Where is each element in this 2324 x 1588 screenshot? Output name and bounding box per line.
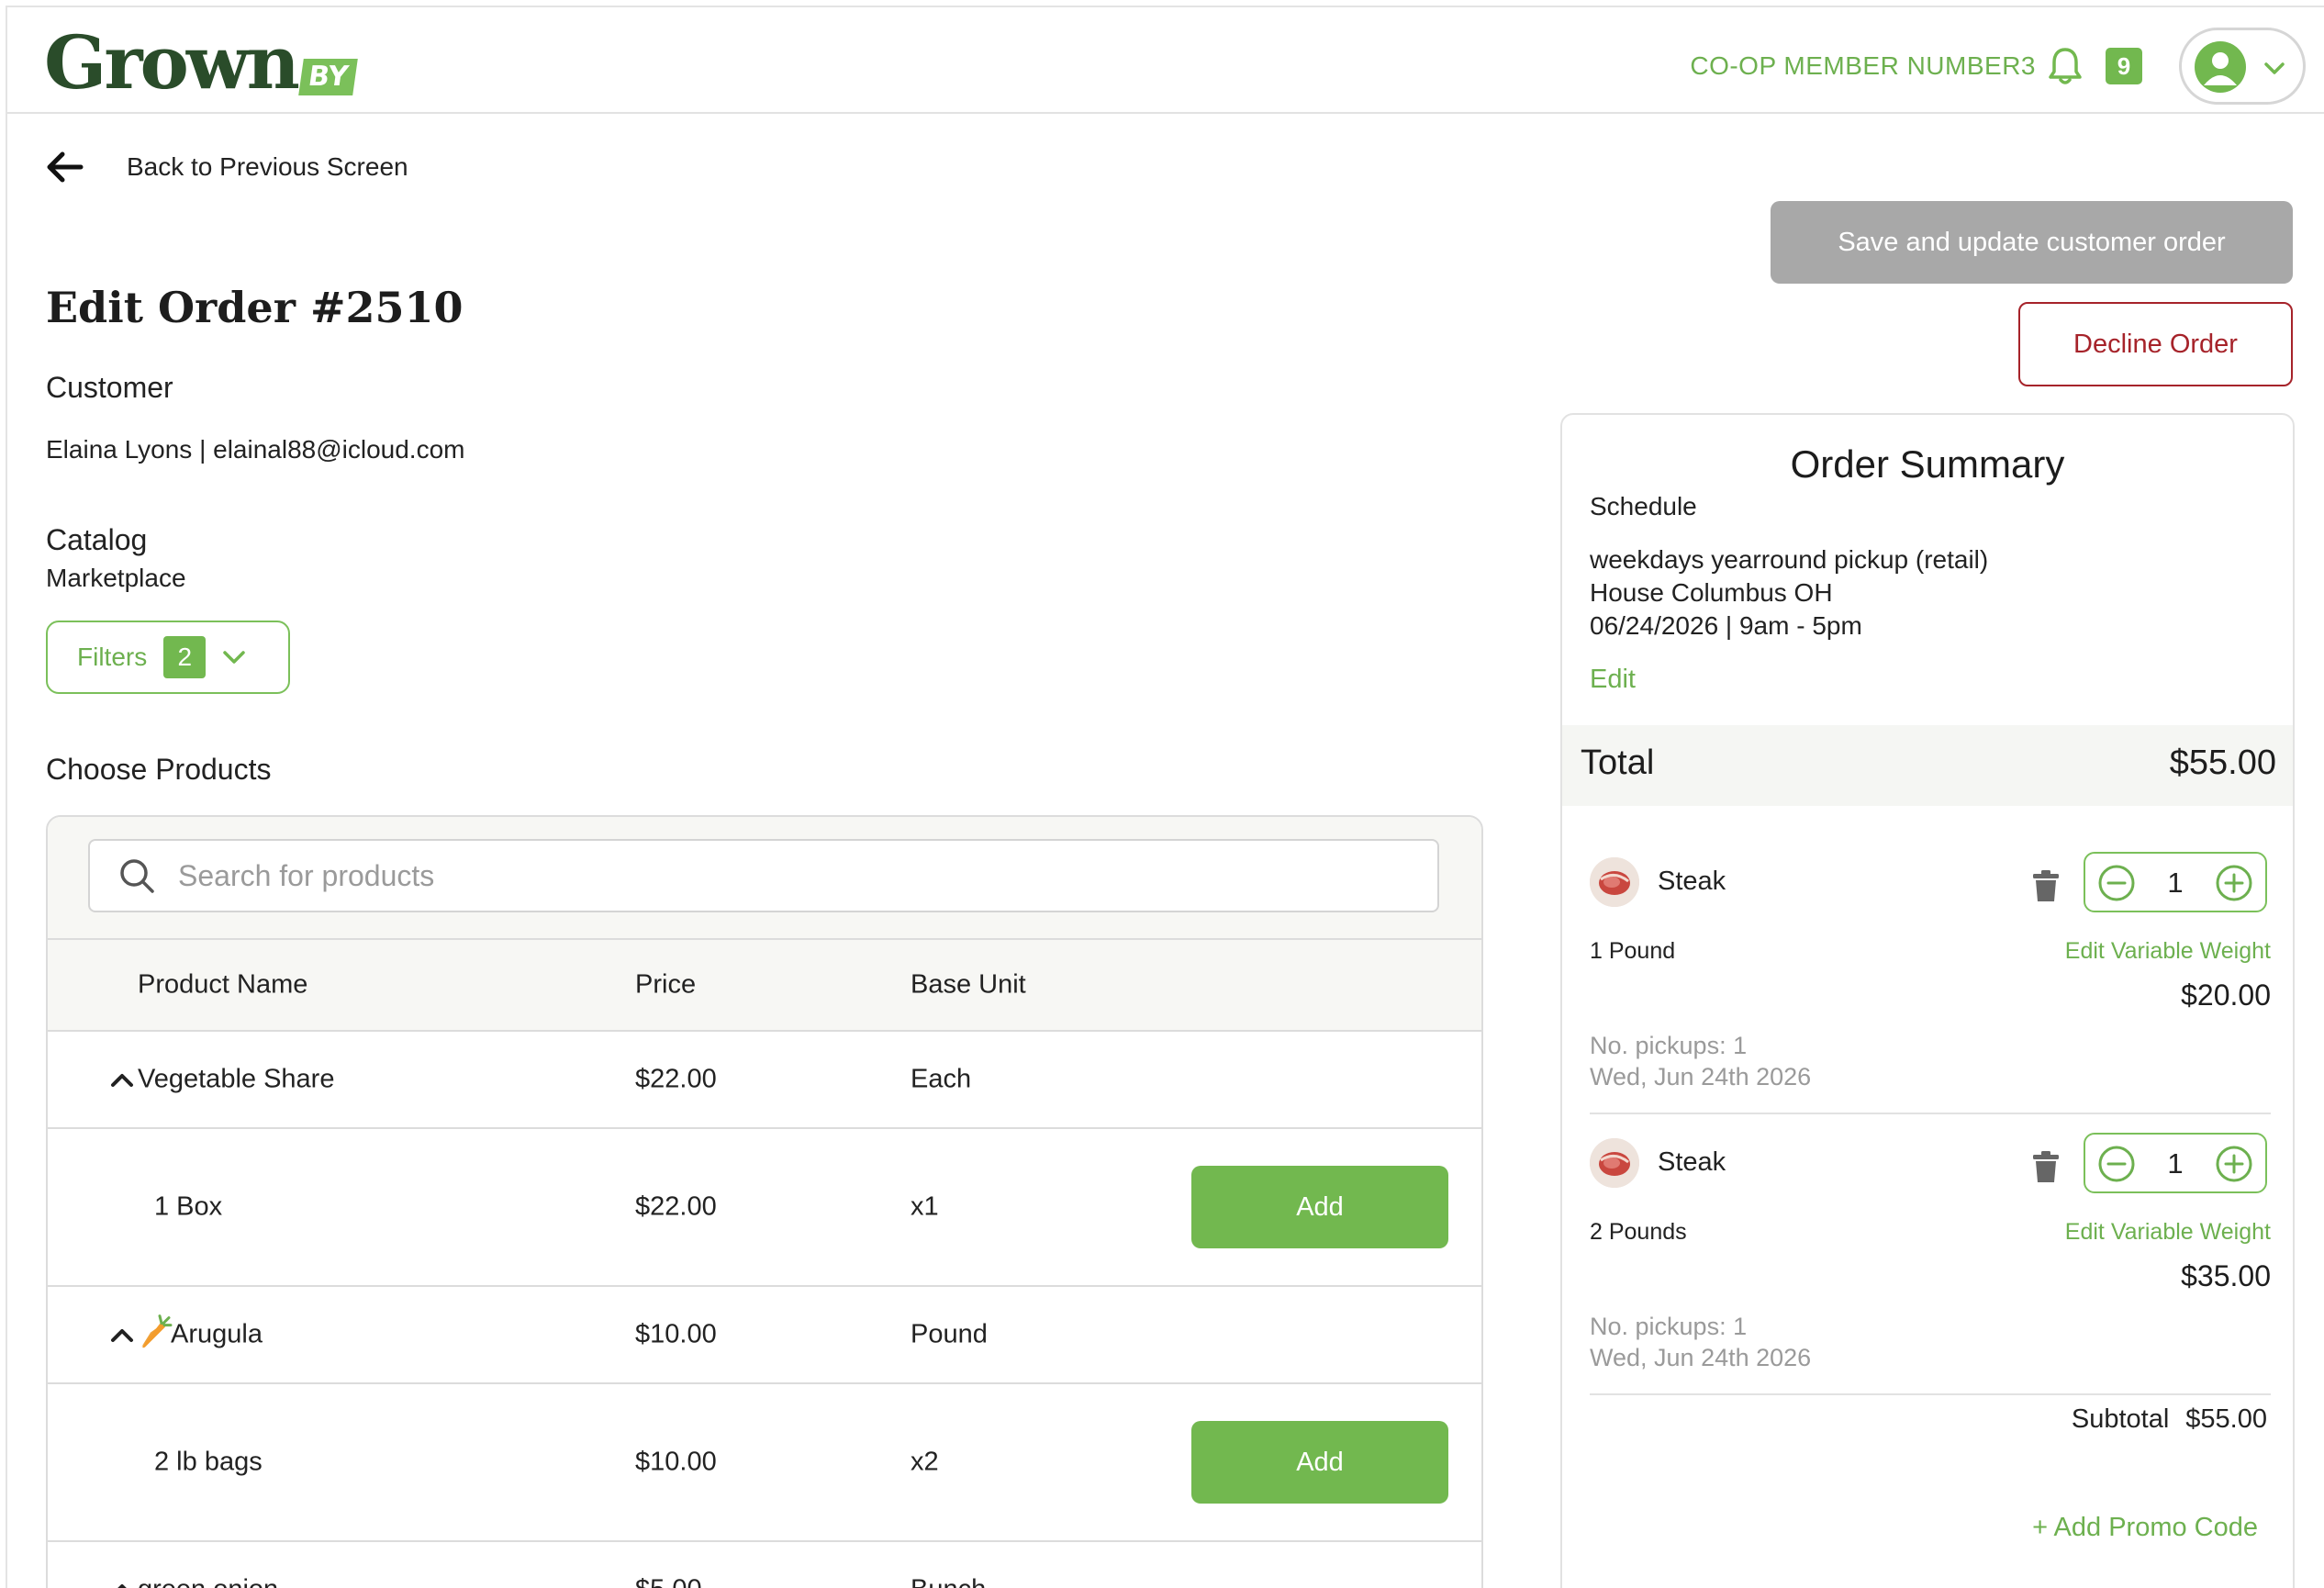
item-price: $20.00 xyxy=(2181,979,2271,1012)
pickup-date: Wed, Jun 24th 2026 xyxy=(1590,1344,1812,1371)
order-item: Steak 1 2 Pounds Edit Variable Weight $3… xyxy=(1590,1133,2271,1408)
back-link-label: Back to Previous Screen xyxy=(127,152,408,181)
pickup-date: Wed, Jun 24th 2026 xyxy=(1590,1063,1812,1090)
variant-name: 1 Box xyxy=(154,1191,223,1222)
steak-thumbnail xyxy=(1590,857,1639,907)
top-navigation-bar: Grown BY CO-OP MEMBER NUMBER3 9 xyxy=(7,7,2324,114)
grownby-logo[interactable]: Grown BY xyxy=(44,19,358,106)
product-row-arugula[interactable]: Arugula $10.00 Pound xyxy=(48,1287,1481,1384)
total-value: $55.00 xyxy=(2169,744,2276,782)
search-icon xyxy=(120,859,154,893)
choose-products-label: Choose Products xyxy=(46,753,272,786)
pickup-count: No. pickups: 1 xyxy=(1590,1313,1748,1340)
product-row-vegetable-share[interactable]: Vegetable Share $22.00 Each xyxy=(48,1032,1481,1129)
account-menu-button[interactable] xyxy=(2179,28,2306,105)
product-row-green-onion[interactable]: green onion $5.00 Bunch xyxy=(48,1542,1481,1588)
caret-up-icon[interactable] xyxy=(110,1580,134,1588)
plus-circle-icon[interactable] xyxy=(2214,1144,2254,1184)
total-bar: Total $55.00 xyxy=(1562,725,2293,806)
variant-multiplier: x2 xyxy=(911,1447,939,1477)
subtotal-row: Subtotal $55.00 xyxy=(2072,1404,2267,1435)
schedule-label: Schedule xyxy=(1590,492,1697,520)
app-window: Grown BY CO-OP MEMBER NUMBER3 9 Back to xyxy=(6,6,2324,1588)
order-summary-panel: Order Summary Schedule weekdays yearroun… xyxy=(1560,413,2295,1588)
filters-label: Filters xyxy=(77,643,148,671)
variant-row-1-box: 1 Box $22.00 x1 Add xyxy=(48,1129,1481,1287)
variant-price: $10.00 xyxy=(635,1447,717,1477)
customer-value: Elaina Lyons | elainal88@icloud.com xyxy=(46,435,465,464)
item-divider xyxy=(1590,1113,2271,1114)
page-title: Edit Order #2510 xyxy=(46,283,464,332)
bell-icon[interactable] xyxy=(2047,46,2084,86)
trash-icon[interactable] xyxy=(2030,1149,2061,1184)
user-avatar-icon xyxy=(2195,41,2246,93)
caret-up-icon[interactable] xyxy=(110,1325,134,1345)
product-base-unit: Bunch xyxy=(911,1575,986,1588)
customer-label: Customer xyxy=(46,371,173,404)
edit-variable-weight-link[interactable]: Edit Variable Weight xyxy=(2065,1219,2271,1246)
trash-icon[interactable] xyxy=(2030,868,2061,903)
chevron-down-icon xyxy=(223,651,245,664)
column-header-product-name[interactable]: Product Name xyxy=(138,970,307,1001)
plus-circle-icon[interactable] xyxy=(2214,863,2254,903)
variant-row-2-lb-bags: 2 lb bags $10.00 x2 Add xyxy=(48,1384,1481,1542)
product-price: $22.00 xyxy=(635,1064,717,1094)
chevron-down-icon xyxy=(2264,62,2285,74)
item-name: Steak xyxy=(1658,867,1726,896)
order-item: Steak 1 1 Pound Edit Variable Weight $20… xyxy=(1590,852,2271,1127)
column-header-base-unit[interactable]: Base Unit xyxy=(911,970,1026,1001)
edit-schedule-link[interactable]: Edit xyxy=(1590,665,1636,695)
product-price: $10.00 xyxy=(635,1319,717,1349)
variant-price: $22.00 xyxy=(635,1191,717,1222)
back-link[interactable]: Back to Previous Screen xyxy=(44,147,408,187)
variant-multiplier: x1 xyxy=(911,1191,939,1222)
product-base-unit: Pound xyxy=(911,1319,988,1349)
search-input[interactable] xyxy=(178,858,1371,893)
products-search-bar xyxy=(48,817,1481,940)
schedule-name: weekdays yearround pickup (retail) xyxy=(1590,545,1989,574)
back-arrow-icon xyxy=(47,151,84,183)
member-name[interactable]: CO-OP MEMBER NUMBER3 xyxy=(1690,51,2036,81)
quantity-stepper: 1 xyxy=(2084,852,2267,912)
product-name: green onion xyxy=(138,1575,278,1588)
order-summary-title: Order Summary xyxy=(1790,442,2065,486)
catalog-value: Marketplace xyxy=(46,564,186,592)
table-header: Product Name Price Base Unit xyxy=(48,940,1481,1032)
add-button[interactable]: Add xyxy=(1191,1421,1448,1504)
product-name: Arugula xyxy=(171,1319,263,1349)
search-box[interactable] xyxy=(88,839,1439,912)
column-header-price[interactable]: Price xyxy=(635,970,696,1001)
pickup-location: House Columbus OH xyxy=(1590,578,1833,607)
notification-count-badge[interactable]: 9 xyxy=(2106,48,2142,84)
logo-wordmark: Grown xyxy=(44,19,300,106)
subtotal-label: Subtotal xyxy=(2071,1404,2170,1434)
item-unit: 2 Pounds xyxy=(1590,1219,1687,1245)
catalog-label: Catalog xyxy=(46,523,148,556)
filters-count-badge: 2 xyxy=(163,636,207,678)
item-price: $35.00 xyxy=(2181,1259,2271,1292)
edit-variable-weight-link[interactable]: Edit Variable Weight xyxy=(2065,938,2271,965)
decline-order-button[interactable]: Decline Order xyxy=(2018,302,2293,386)
products-panel: Product Name Price Base Unit Vegetable S… xyxy=(46,815,1483,1588)
carrot-icon xyxy=(141,1314,173,1348)
product-price: $5.00 xyxy=(635,1575,702,1588)
filters-button[interactable]: Filters 2 xyxy=(46,621,290,694)
add-button[interactable]: Add xyxy=(1191,1166,1448,1248)
logo-by-badge: BY xyxy=(298,59,358,95)
pickup-date-time: 06/24/2026 | 9am - 5pm xyxy=(1590,611,1862,640)
steak-thumbnail xyxy=(1590,1138,1639,1188)
subtotal-divider xyxy=(1590,1393,2271,1395)
add-promo-code-link[interactable]: + Add Promo Code xyxy=(2032,1513,2258,1543)
variant-name: 2 lb bags xyxy=(154,1447,263,1477)
quantity-stepper: 1 xyxy=(2084,1133,2267,1193)
pickup-count: No. pickups: 1 xyxy=(1590,1032,1748,1059)
item-name: Steak xyxy=(1658,1147,1726,1177)
subtotal-value: $55.00 xyxy=(2185,1404,2267,1434)
total-label: Total xyxy=(1581,744,1655,782)
save-update-order-button[interactable]: Save and update customer order xyxy=(1771,201,2293,284)
item-unit: 1 Pound xyxy=(1590,938,1676,964)
product-name: Vegetable Share xyxy=(138,1064,335,1094)
caret-up-icon[interactable] xyxy=(110,1069,134,1090)
product-base-unit: Each xyxy=(911,1064,972,1094)
